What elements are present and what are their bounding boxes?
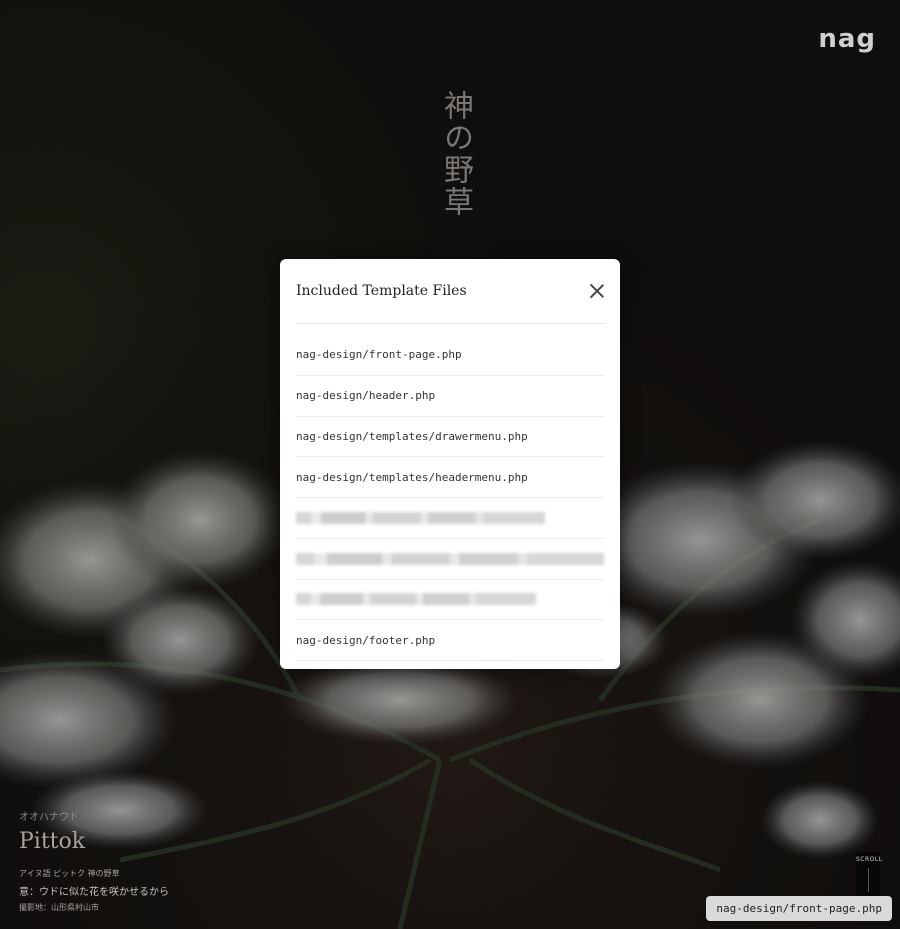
redacted-file-path xyxy=(296,552,604,565)
plant-location: 撮影地：山形県村山市 xyxy=(19,903,99,912)
file-path: nag-design/front-page.php xyxy=(296,348,462,362)
file-list-item: nag-design/front-page.php xyxy=(296,335,604,376)
file-list-item: nag-design/templates/headermenu.php xyxy=(296,457,604,498)
plant-meta: アイヌ語 ピットク 神の野草 xyxy=(19,869,120,878)
modal-title: Included Template Files xyxy=(296,283,467,299)
scroll-indicator[interactable]: SCROLL xyxy=(856,852,883,900)
modal-header: Included Template Files xyxy=(296,259,604,324)
plant-kana: オオハナウド xyxy=(19,812,79,823)
plant-meaning: 意：ウドに似た花を咲かせるから xyxy=(19,887,169,898)
current-template-chip[interactable]: nag-design/front-page.php xyxy=(706,896,892,921)
file-path: nag-design/footer.php xyxy=(296,633,436,647)
close-icon[interactable] xyxy=(586,280,608,302)
scroll-line xyxy=(867,868,869,892)
file-list-item: nag-design/footer.php xyxy=(296,620,604,661)
file-list-item xyxy=(296,539,604,580)
scroll-label: SCROLL xyxy=(856,856,883,863)
file-path: nag-design/header.php xyxy=(296,389,436,403)
file-list-item xyxy=(296,580,604,621)
file-path: nag-design/templates/headermenu.php xyxy=(296,470,528,484)
redacted-file-path xyxy=(296,511,546,524)
file-path: nag-design/templates/drawermenu.php xyxy=(296,429,528,443)
file-list: nag-design/front-page.php nag-design/head… xyxy=(296,324,604,661)
site-logo[interactable]: nag xyxy=(818,26,876,52)
vertical-page-title: 神の野草 xyxy=(438,90,473,218)
plant-info: オオハナウド Pittok アイヌ語 ピットク 神の野草 意：ウドに似た花を咲か… xyxy=(19,808,169,913)
plant-name: Pittok xyxy=(19,829,86,854)
file-list-item: nag-design/templates/drawermenu.php xyxy=(296,417,604,458)
file-list-item xyxy=(296,498,604,539)
redacted-file-path xyxy=(296,593,537,606)
included-files-modal: Included Template Files nag-design/front… xyxy=(280,259,620,669)
file-list-item: nag-design/header.php xyxy=(296,376,604,417)
